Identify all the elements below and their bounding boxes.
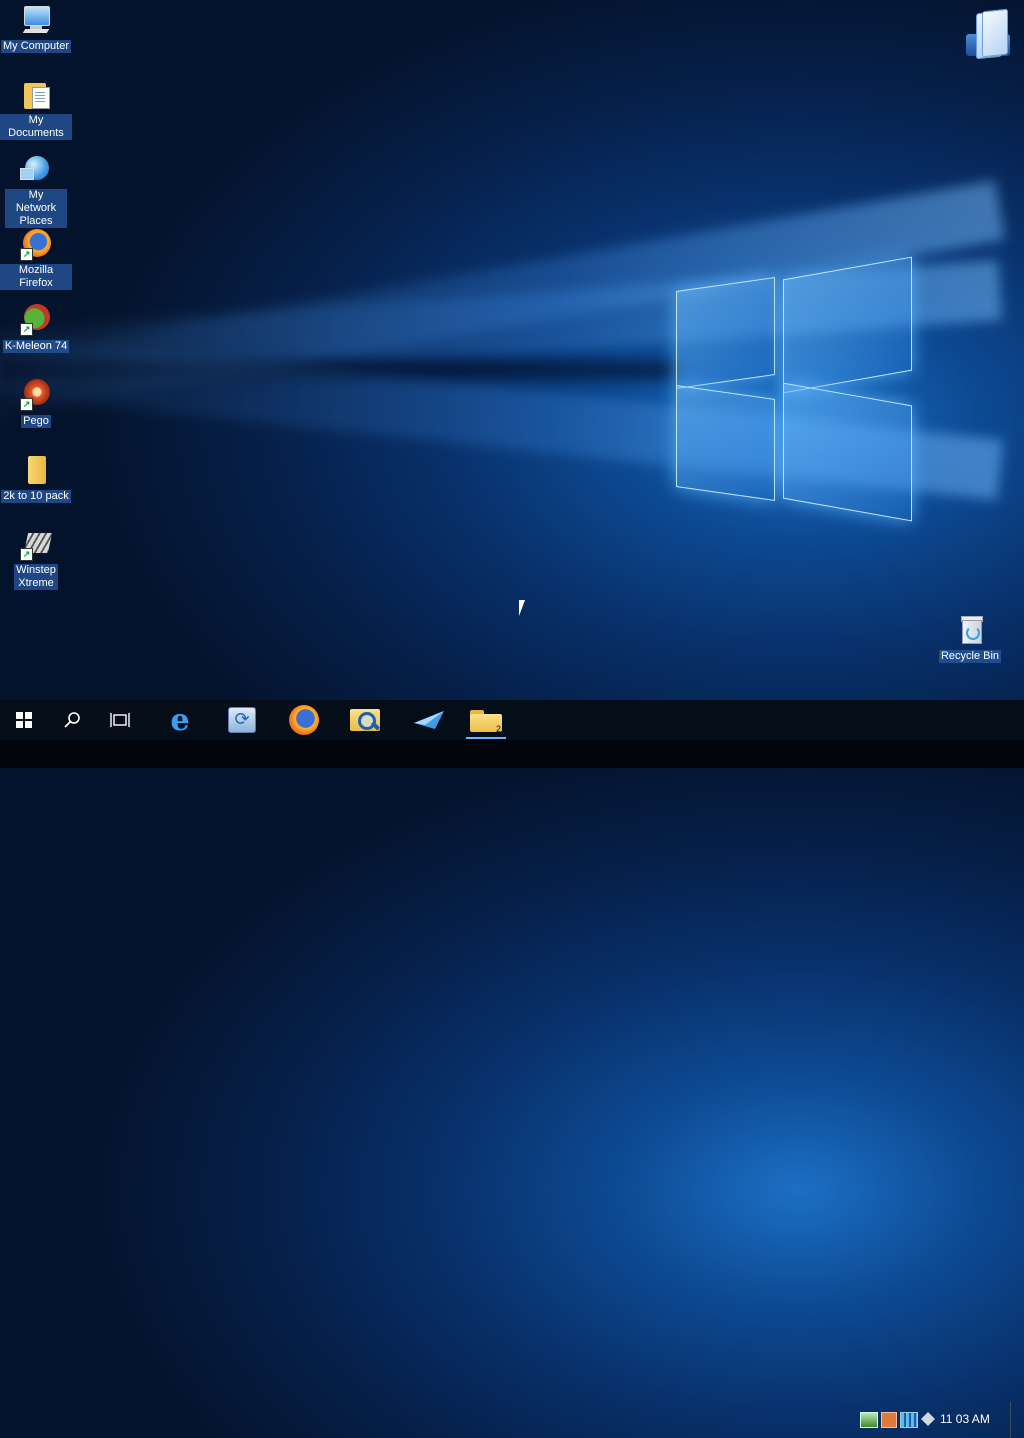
start-icon [16, 712, 32, 728]
internet-explorer-icon: e [170, 702, 190, 738]
mouse-cursor [519, 600, 531, 616]
file-search-icon [350, 707, 382, 733]
recycle-bin-icon [954, 614, 986, 646]
icon-label: Recycle Bin [938, 650, 1002, 663]
documents-folder-icon [20, 79, 52, 111]
task-view-button[interactable] [96, 700, 144, 740]
firefox-icon: ↗ [20, 229, 52, 261]
shortcut-arrow-icon: ↗ [20, 323, 33, 336]
desktop-icon-mozilla-firefox[interactable]: ↗ Mozilla Firefox [0, 229, 72, 291]
network-globe-icon [20, 154, 52, 186]
screen-bottom-band [0, 740, 1024, 768]
icon-label: K-Meleon 74 [2, 340, 70, 353]
icon-label: Winstep Xtreme [14, 564, 58, 590]
desktop-icon-my-network-places[interactable]: My Network Places [0, 154, 72, 229]
k-meleon-icon: ↗ [20, 304, 52, 336]
firefox-icon [289, 705, 319, 735]
computer-icon [20, 4, 52, 36]
paper-plane-icon [414, 711, 444, 729]
icon-label: Mozilla Firefox [0, 264, 72, 290]
taskbar-folder[interactable]: 2 [462, 700, 510, 740]
folder-icon [20, 454, 52, 486]
app-tray-icon[interactable] [881, 1412, 897, 1428]
taskbar-clock[interactable]: 11 03 AM [940, 1412, 990, 1426]
sync-icon: ⟳ [228, 707, 256, 733]
desktop-icon-recycle-bin[interactable]: Recycle Bin [934, 614, 1006, 664]
taskbar-internet-explorer[interactable]: e [155, 700, 205, 740]
stacks-docklet-icon[interactable] [962, 8, 1014, 60]
taskbar: e ⟳ 2 11 03 AM [0, 700, 1024, 1438]
icon-label: My Documents [0, 114, 72, 140]
desktop-icon-pego[interactable]: ↗ Pego [0, 379, 72, 429]
shortcut-arrow-icon: ↗ [20, 398, 33, 411]
folder-icon: 2 [470, 708, 502, 734]
desktop-icon-my-documents[interactable]: My Documents [0, 79, 72, 141]
desktop-icon-k-meleon[interactable]: ↗ K-Meleon 74 [0, 304, 72, 354]
desktop-icon-my-computer[interactable]: My Computer [0, 4, 72, 54]
shortcut-arrow-icon: ↗ [20, 248, 33, 261]
network-tray-icon[interactable] [860, 1412, 878, 1428]
icon-label: 2k to 10 pack [1, 490, 71, 503]
system-tray [860, 1412, 935, 1428]
folder-count-badge: 2 [495, 724, 501, 734]
icon-label: My Computer [0, 40, 72, 53]
icon-label: My Network Places [5, 189, 67, 228]
desktop-background: My Computer My Documents My Network Plac… [0, 0, 1024, 700]
taskbar-file-search[interactable] [341, 700, 391, 740]
winstep-icon: ↗ [20, 529, 53, 561]
monitor-tray-icon[interactable] [900, 1412, 918, 1428]
shortcut-arrow-icon: ↗ [20, 548, 33, 561]
pego-icon: ↗ [20, 379, 52, 411]
speaker-tray-icon[interactable] [921, 1412, 935, 1426]
windows-logo [676, 248, 912, 528]
taskbar-firefox[interactable] [279, 700, 329, 740]
taskbar-paper-plane[interactable] [404, 700, 454, 740]
search-icon [64, 712, 80, 728]
task-view-icon [110, 713, 130, 727]
desktop-icon-winstep-xtreme[interactable]: ↗ Winstep Xtreme [0, 529, 72, 591]
show-desktop-button[interactable] [1010, 1402, 1011, 1438]
search-button[interactable] [48, 700, 96, 740]
taskbar-sync-app[interactable]: ⟳ [217, 700, 267, 740]
desktop-icon-2k-to-10-pack[interactable]: 2k to 10 pack [0, 454, 72, 504]
start-button[interactable] [0, 700, 48, 740]
icon-label: Pego [21, 415, 51, 428]
